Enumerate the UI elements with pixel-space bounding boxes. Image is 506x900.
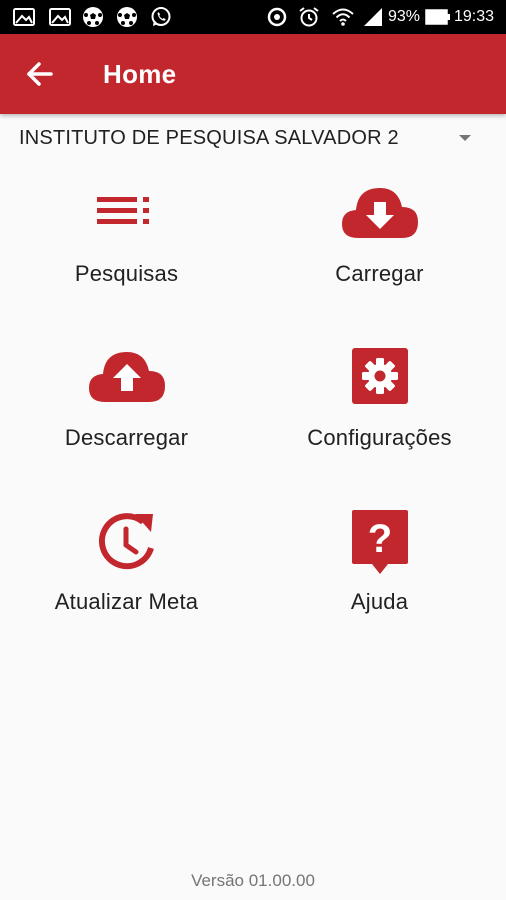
menu-item-ajuda[interactable]: ? Ajuda: [253, 508, 506, 658]
menu-item-label: Atualizar Meta: [54, 589, 199, 614]
wifi-icon: [332, 6, 354, 28]
whatsapp-icon: [150, 6, 172, 28]
help-icon: ?: [350, 508, 410, 581]
signal-icon: [362, 6, 384, 28]
image-notification-icon: [12, 6, 36, 28]
clock: 19:33: [454, 8, 495, 25]
menu-item-label: Carregar: [335, 261, 424, 286]
app-bar: Home: [0, 34, 506, 114]
page-title: Home: [103, 59, 177, 89]
image-notification-icon: [48, 6, 72, 28]
menu-item-configuracoes[interactable]: Configurações: [253, 344, 506, 494]
menu-item-descarregar[interactable]: Descarregar: [0, 344, 253, 494]
battery-percent: 93%: [388, 8, 421, 25]
soccer-ball-icon: [116, 6, 138, 28]
status-bar: 93% 19:33: [0, 0, 506, 34]
svg-text:?: ?: [367, 517, 391, 561]
list-icon: [95, 180, 159, 249]
institute-spinner[interactable]: INSTITUTO DE PESQUISA SALVADOR 2: [0, 118, 506, 158]
back-button[interactable]: [20, 54, 60, 94]
cloud-upload-icon: [87, 344, 167, 413]
menu-item-pesquisas[interactable]: Pesquisas: [0, 180, 253, 330]
dropdown-arrow-icon: [459, 135, 471, 141]
menu-item-atualizar-meta[interactable]: Atualizar Meta: [0, 508, 253, 658]
soccer-ball-icon: [82, 6, 104, 28]
arrow-back-icon: [20, 62, 60, 98]
menu-item-label: Ajuda: [350, 589, 409, 614]
alarm-icon: [298, 6, 320, 28]
menu-item-label: Pesquisas: [74, 261, 179, 286]
sync-icon: [265, 6, 289, 28]
menu-item-carregar[interactable]: Carregar: [253, 180, 506, 330]
cloud-download-icon: [340, 180, 420, 249]
menu-item-label: Descarregar: [64, 425, 189, 450]
battery-icon: [425, 9, 451, 31]
app-version: Versão 01.00.00: [191, 871, 315, 890]
spinner-selected-value: INSTITUTO DE PESQUISA SALVADOR 2: [19, 127, 399, 149]
history-refresh-icon: [95, 508, 159, 577]
menu-item-label: Configurações: [307, 425, 452, 450]
settings-icon: [350, 346, 410, 411]
